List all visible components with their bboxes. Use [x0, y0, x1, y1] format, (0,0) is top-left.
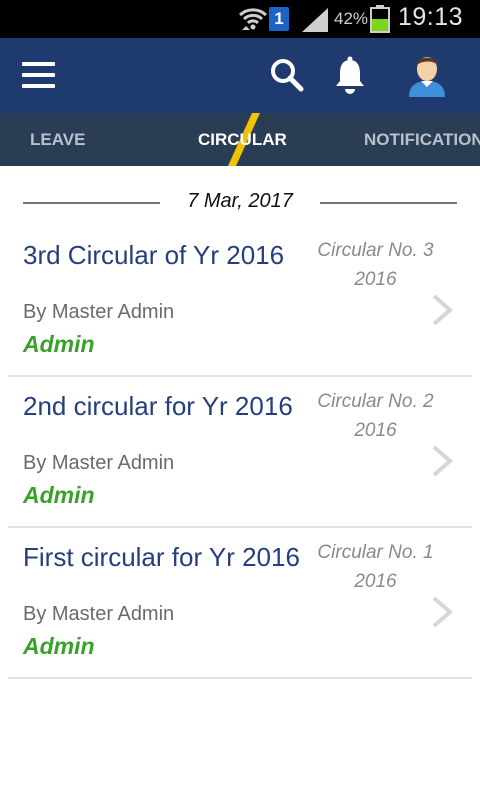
circular-number: Circular No. 1 2016 [308, 538, 443, 596]
circular-number: Circular No. 2 2016 [308, 387, 443, 445]
circular-author: By Master Admin [23, 603, 175, 625]
status-bar: 1 42% 19:13 [0, 0, 480, 38]
circular-item[interactable]: 2nd circular for Yr 2016 Circular No. 2 … [8, 377, 472, 528]
circular-author: By Master Admin [23, 452, 175, 474]
circular-number-year: 2016 [354, 269, 397, 290]
sim-indicator: 1 [269, 7, 289, 31]
tab-leave[interactable]: LEAVE [30, 113, 85, 166]
circular-number-label: Circular No. 1 [317, 542, 434, 563]
bell-icon[interactable] [332, 55, 368, 95]
battery-percent: 42% [334, 9, 369, 28]
circular-number-label: Circular No. 3 [317, 240, 434, 261]
circular-item[interactable]: First circular for Yr 2016 Circular No. … [8, 528, 472, 679]
circular-title: First circular for Yr 2016 [23, 542, 300, 572]
tab-notification[interactable]: NOTIFICATION [364, 113, 480, 166]
menu-icon[interactable] [22, 62, 56, 90]
date-divider: 7 Mar, 2017 [23, 190, 457, 216]
chevron-right-icon [432, 596, 454, 628]
circular-number: Circular No. 3 2016 [308, 236, 443, 294]
circular-title: 3rd Circular of Yr 2016 [23, 240, 285, 270]
circular-title: 2nd circular for Yr 2016 [23, 391, 293, 421]
circular-item[interactable]: 3rd Circular of Yr 2016 Circular No. 3 2… [8, 226, 472, 377]
divider-line-right [320, 202, 457, 204]
circular-number-label: Circular No. 2 [317, 391, 434, 412]
tab-circular[interactable]: CIRCULAR [198, 113, 287, 166]
signal-icon [302, 8, 328, 32]
wifi-icon [238, 8, 268, 30]
clock: 19:13 [398, 3, 464, 31]
circular-role: Admin [23, 633, 95, 659]
battery-icon [370, 5, 390, 33]
circular-role: Admin [23, 331, 95, 357]
search-icon[interactable] [268, 56, 306, 94]
app-bar [0, 38, 480, 113]
avatar[interactable] [405, 51, 449, 97]
circular-number-year: 2016 [354, 420, 397, 441]
circular-author: By Master Admin [23, 301, 175, 323]
tab-bar: LEAVE CIRCULAR NOTIFICATION [0, 113, 480, 166]
circular-number-year: 2016 [354, 571, 397, 592]
circular-role: Admin [23, 482, 95, 508]
chevron-right-icon [432, 294, 454, 326]
chevron-right-icon [432, 445, 454, 477]
